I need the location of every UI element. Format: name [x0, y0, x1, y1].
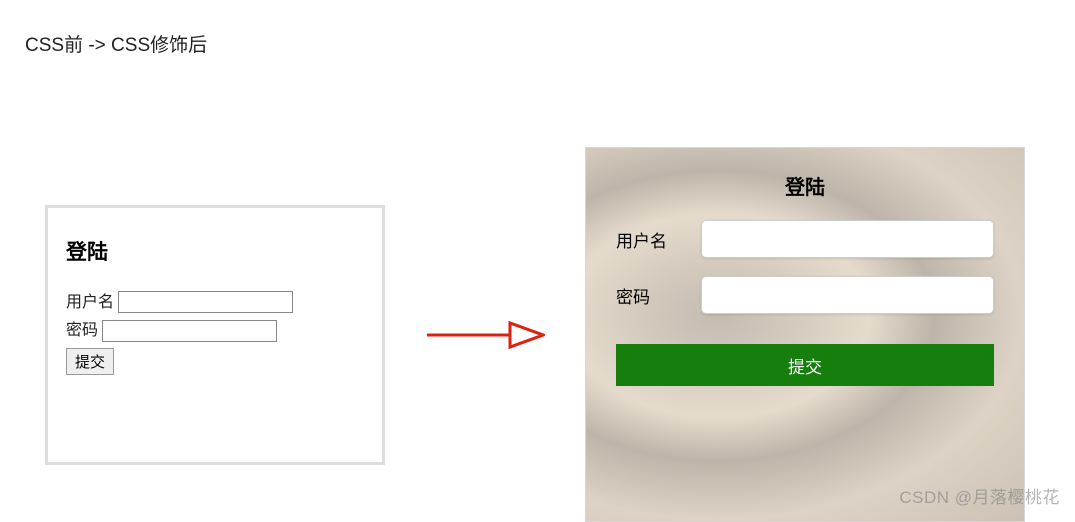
- after-heading: 登陆: [616, 171, 994, 200]
- before-username-row: 用户名: [66, 288, 364, 314]
- before-panel: 登陆 用户名 密码 提交: [45, 205, 385, 465]
- before-heading: 登陆: [66, 236, 364, 266]
- after-panel: 登陆 用户名 密码 提交: [585, 147, 1025, 522]
- after-password-row: 密码: [616, 276, 994, 314]
- before-username-label: 用户名: [66, 294, 114, 311]
- after-submit-button[interactable]: 提交: [616, 344, 994, 386]
- after-username-label: 用户名: [616, 227, 701, 252]
- watermark: CSDN @月落樱桃花: [899, 483, 1060, 508]
- before-password-label: 密码: [66, 322, 98, 339]
- before-password-row: 密码: [66, 316, 364, 342]
- arrow-icon: [425, 315, 545, 355]
- after-password-label: 密码: [616, 283, 701, 308]
- after-username-input[interactable]: [701, 220, 994, 258]
- before-submit-button[interactable]: 提交: [66, 348, 114, 375]
- page-title: CSS前 -> CSS修饰后: [25, 30, 1055, 57]
- after-password-input[interactable]: [701, 276, 994, 314]
- comparison-container: 登陆 用户名 密码 提交 登陆 用户名 密码: [20, 147, 1055, 522]
- after-username-row: 用户名: [616, 220, 994, 258]
- before-username-input[interactable]: [118, 291, 293, 313]
- before-password-input[interactable]: [102, 320, 277, 342]
